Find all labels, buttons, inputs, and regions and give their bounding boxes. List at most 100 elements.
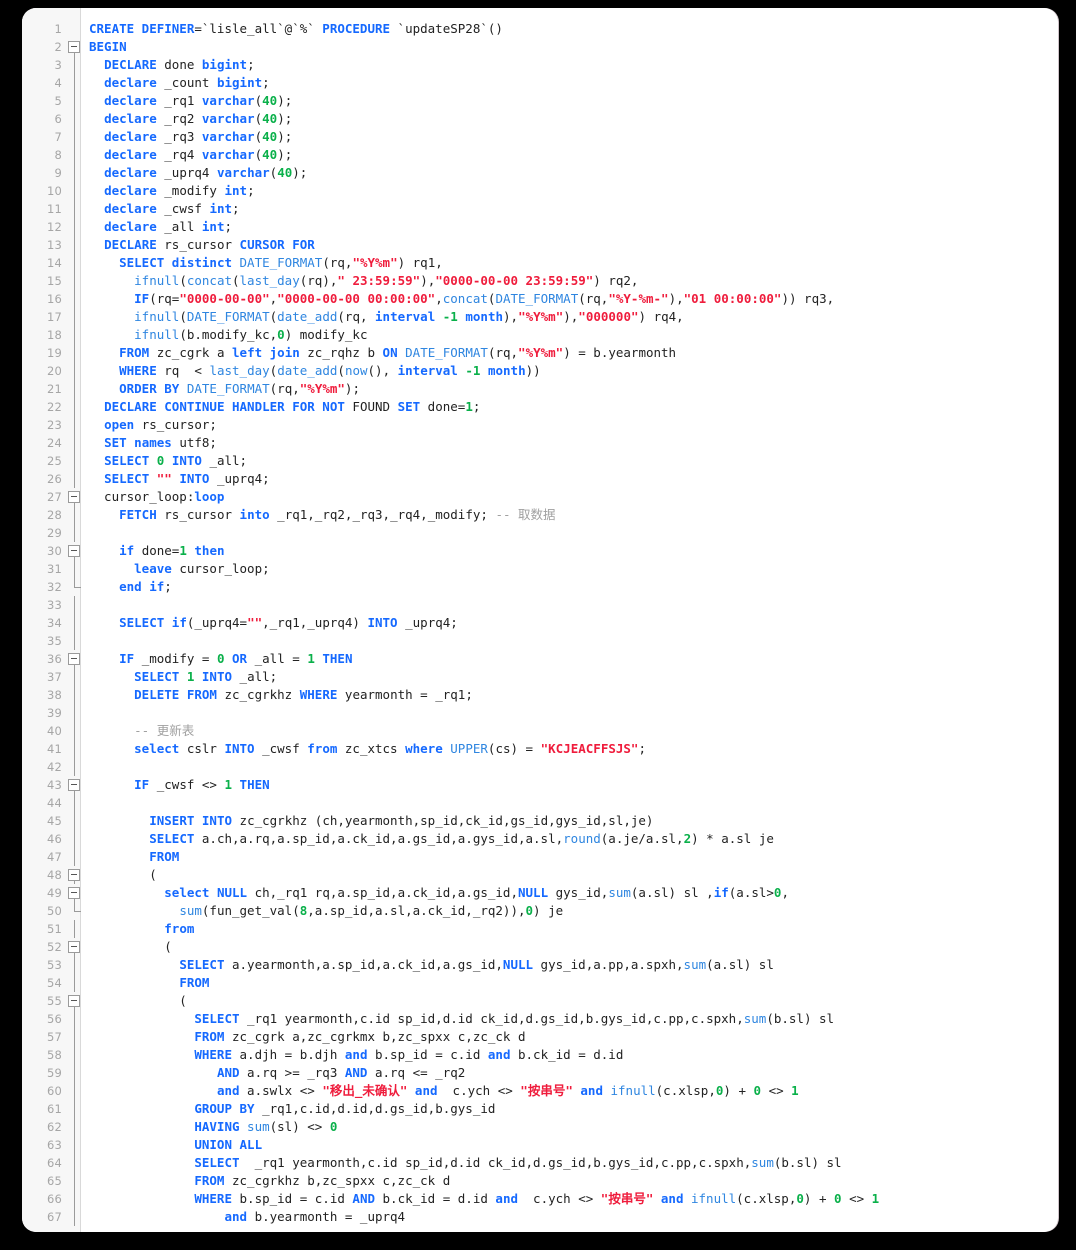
code-line[interactable]: 51 from: [22, 920, 1058, 938]
code-line[interactable]: 50 sum(fun_get_val(8,a.sp_id,a.sl,a.ck_i…: [22, 902, 1058, 920]
code-line[interactable]: 34 SELECT if(_uprq4="",_rq1,_uprq4) INTO…: [22, 614, 1058, 632]
code-line[interactable]: 22 DECLARE CONTINUE HANDLER FOR NOT FOUN…: [22, 398, 1058, 416]
code-line[interactable]: 21 ORDER BY DATE_FORMAT(rq,"%Y%m");: [22, 380, 1058, 398]
code-line[interactable]: 56 SELECT _rq1 yearmonth,c.id sp_id,d.id…: [22, 1010, 1058, 1028]
code-line[interactable]: 33: [22, 596, 1058, 614]
token-kw: SELECT: [104, 471, 150, 486]
code-line[interactable]: 28 FETCH rs_cursor into _rq1,_rq2,_rq3,_…: [22, 506, 1058, 524]
code-line[interactable]: 65 FROM zc_cgrkhz b,zc_spxx c,zc_ck d: [22, 1172, 1058, 1190]
code-line[interactable]: 5 declare _rq1 varchar(40);: [22, 92, 1058, 110]
code-line[interactable]: 29: [22, 524, 1058, 542]
code-line[interactable]: 37 SELECT 1 INTO _all;: [22, 668, 1058, 686]
code-line[interactable]: 32 end if;: [22, 578, 1058, 596]
code-line[interactable]: 62 HAVING sum(sl) <> 0: [22, 1118, 1058, 1136]
code-line[interactable]: 61 GROUP BY _rq1,c.id,d.id,d.gs_id,b.gys…: [22, 1100, 1058, 1118]
code-line[interactable]: 18 ifnull(b.modify_kc,0) modify_kc: [22, 326, 1058, 344]
code-line[interactable]: 10 declare _modify int;: [22, 182, 1058, 200]
token-fn: ifnull: [134, 309, 180, 324]
code-line[interactable]: 48 (: [22, 866, 1058, 884]
code-text: FROM: [89, 974, 209, 992]
code-line[interactable]: 12 declare _all int;: [22, 218, 1058, 236]
line-number: 4: [54, 76, 62, 90]
code-line[interactable]: 42: [22, 758, 1058, 776]
code-line[interactable]: 25 SELECT 0 INTO _all;: [22, 452, 1058, 470]
code-line[interactable]: 41 select cslr INTO _cwsf from zc_xtcs w…: [22, 740, 1058, 758]
code-line[interactable]: 59 AND a.rq >= _rq3 AND a.rq <= _rq2: [22, 1064, 1058, 1082]
code-line[interactable]: 27 cursor_loop:loop: [22, 488, 1058, 506]
code-line[interactable]: 43 IF _cwsf <> 1 THEN: [22, 776, 1058, 794]
code-line[interactable]: 1 CREATE DEFINER=`lisle_all`@`%` PROCEDUR…: [22, 20, 1058, 38]
code-line[interactable]: 20 WHERE rq < last_day(date_add(now(), i…: [22, 362, 1058, 380]
code-line[interactable]: 58 WHERE a.djh = b.djh and b.sp_id = c.i…: [22, 1046, 1058, 1064]
fold-toggle-icon[interactable]: [68, 650, 82, 668]
code-editor-panel[interactable]: 1 CREATE DEFINER=`lisle_all`@`%` PROCEDUR…: [22, 8, 1058, 1232]
code-text: and b.yearmonth = _uprq4: [89, 1208, 405, 1226]
fold-toggle-icon[interactable]: [68, 866, 82, 884]
code-line[interactable]: 7 declare _rq3 varchar(40);: [22, 128, 1058, 146]
code-line[interactable]: 15 ifnull(concat(last_day(rq)," 23:59:59…: [22, 272, 1058, 290]
fold-toggle-icon[interactable]: [68, 884, 82, 902]
code-line[interactable]: 4 declare _count bigint;: [22, 74, 1058, 92]
code-line[interactable]: 35: [22, 632, 1058, 650]
fold-toggle-icon[interactable]: [68, 938, 82, 956]
token-kw: WHERE: [299, 687, 338, 702]
token-pl: (b.sl) sl: [766, 1011, 835, 1026]
code-line[interactable]: 24 SET names utf8;: [22, 434, 1058, 452]
code-line[interactable]: 45 INSERT INTO zc_cgrkhz (ch,yearmonth,s…: [22, 812, 1058, 830]
code-line[interactable]: 30 if done=1 then: [22, 542, 1058, 560]
code-line[interactable]: 8 declare _rq4 varchar(40);: [22, 146, 1058, 164]
code-line[interactable]: 2 BEGIN: [22, 38, 1058, 56]
code-line[interactable]: 63 UNION ALL: [22, 1136, 1058, 1154]
code-line[interactable]: 40 -- 更新表: [22, 722, 1058, 740]
code-line[interactable]: 19 FROM zc_cgrk a left join zc_rqhz b ON…: [22, 344, 1058, 362]
token-str: "01 00:00:00": [683, 291, 782, 306]
fold-toggle-icon[interactable]: [68, 542, 82, 560]
code-line[interactable]: 67 and b.yearmonth = _uprq4: [22, 1208, 1058, 1226]
code-line[interactable]: 36 IF _modify = 0 OR _all = 1 THEN: [22, 650, 1058, 668]
code-line[interactable]: 49 select NULL ch,_rq1 rq,a.sp_id,a.ck_i…: [22, 884, 1058, 902]
code-line[interactable]: 57 FROM zc_cgrk a,zc_cgrkmx b,zc_spxx c,…: [22, 1028, 1058, 1046]
code-line[interactable]: 54 FROM: [22, 974, 1058, 992]
line-number: 2: [54, 40, 62, 54]
code-line[interactable]: 46 SELECT a.ch,a.rq,a.sp_id,a.ck_id,a.gs…: [22, 830, 1058, 848]
code-line[interactable]: 17 ifnull(DATE_FORMAT(date_add(rq, inter…: [22, 308, 1058, 326]
code-text: FROM zc_cgrk a left join zc_rqhz b ON DA…: [89, 344, 676, 362]
fold-guide-line: [68, 560, 82, 578]
code-line[interactable]: 14 SELECT distinct DATE_FORMAT(rq,"%Y%m"…: [22, 254, 1058, 272]
fold-toggle-icon[interactable]: [68, 776, 82, 794]
code-text: (: [89, 992, 187, 1010]
code-line[interactable]: 31 leave cursor_loop;: [22, 560, 1058, 578]
code-line[interactable]: 6 declare _rq2 varchar(40);: [22, 110, 1058, 128]
code-line[interactable]: 16 IF(rq="0000-00-00","0000-00-00 00:00:…: [22, 290, 1058, 308]
code-line[interactable]: 55 (: [22, 992, 1058, 1010]
code-text: and a.swlx <> "移出_未确认" and c.ych <> "按串号…: [89, 1082, 799, 1100]
code-line[interactable]: 39: [22, 704, 1058, 722]
fold-toggle-icon[interactable]: [68, 38, 82, 56]
code-line[interactable]: 44: [22, 794, 1058, 812]
line-number: 48: [46, 868, 62, 882]
code-line[interactable]: 66 WHERE b.sp_id = c.id AND b.ck_id = d.…: [22, 1190, 1058, 1208]
code-line[interactable]: 9 declare _uprq4 varchar(40);: [22, 164, 1058, 182]
code-line[interactable]: 26 SELECT "" INTO _uprq4;: [22, 470, 1058, 488]
token-num: 1: [179, 543, 187, 558]
fold-toggle-icon[interactable]: [68, 488, 82, 506]
code-line[interactable]: 38 DELETE FROM zc_cgrkhz WHERE yearmonth…: [22, 686, 1058, 704]
code-line[interactable]: 60 and a.swlx <> "移出_未确认" and c.ych <> "…: [22, 1082, 1058, 1100]
token-pl: (: [254, 111, 263, 126]
token-pl: ) je: [533, 903, 564, 918]
code-line[interactable]: 13 DECLARE rs_cursor CURSOR FOR: [22, 236, 1058, 254]
token-str: "000000": [578, 309, 639, 324]
fold-guide-line: [68, 794, 82, 812]
code-line[interactable]: 64 SELECT _rq1 yearmonth,c.id sp_id,d.id…: [22, 1154, 1058, 1172]
code-line[interactable]: 3 DECLARE done bigint;: [22, 56, 1058, 74]
code-line[interactable]: 23 open rs_cursor;: [22, 416, 1058, 434]
code-line[interactable]: 52 (: [22, 938, 1058, 956]
token-num: 0: [525, 903, 534, 918]
code-line[interactable]: 53 SELECT a.yearmonth,a.sp_id,a.ck_id,a.…: [22, 956, 1058, 974]
code-line[interactable]: 47 FROM: [22, 848, 1058, 866]
fold-toggle-icon[interactable]: [68, 992, 82, 1010]
code-line[interactable]: 11 declare _cwsf int;: [22, 200, 1058, 218]
